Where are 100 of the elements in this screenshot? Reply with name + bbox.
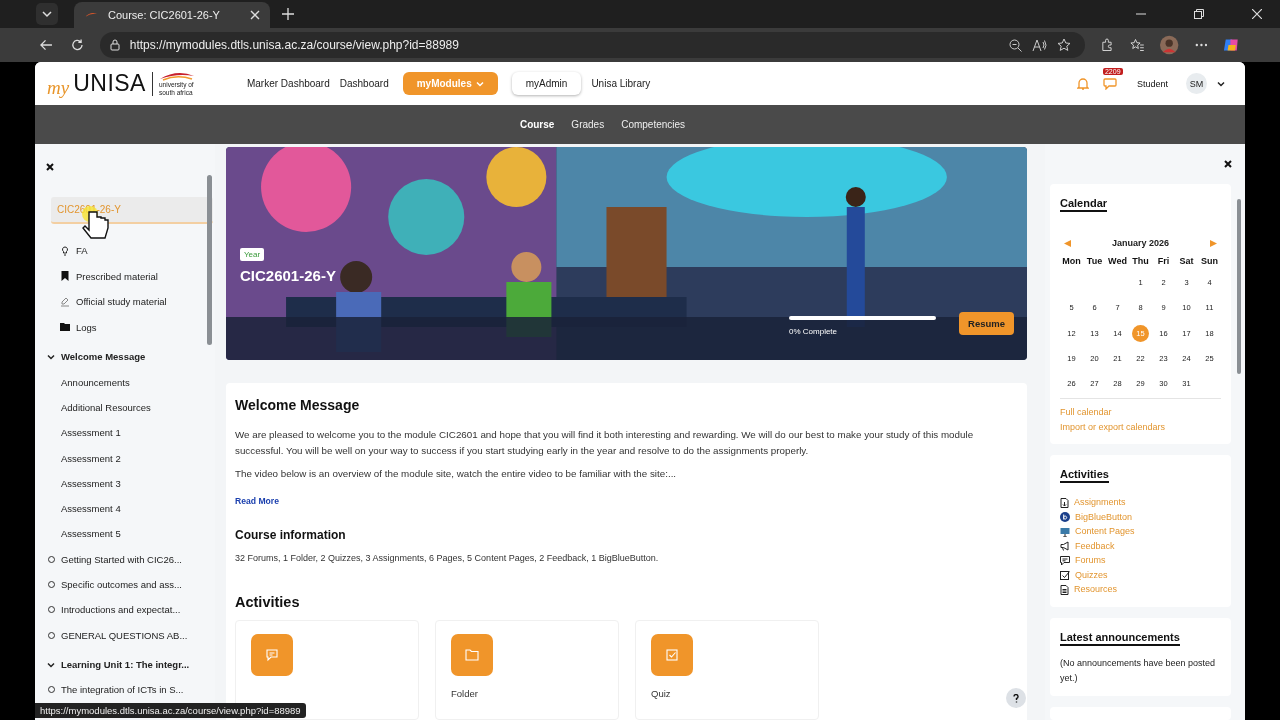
- section-heading: Welcome Message: [235, 397, 361, 413]
- star-icon[interactable]: [1056, 38, 1071, 52]
- folder-icon: [60, 323, 70, 332]
- user-role: Student: [1136, 78, 1168, 89]
- weekday-label: Fri: [1156, 255, 1171, 268]
- course-tab[interactable]: Competencies: [621, 119, 686, 130]
- course-index-link[interactable]: Official study material: [76, 296, 167, 308]
- status-url: https://mymodules.dtls.unisa.ac.za/course/view.php?id=88989: [35, 703, 306, 718]
- month-title: January 2026: [1111, 238, 1169, 248]
- activity-link[interactable]: Assessment 4: [61, 503, 121, 515]
- weekday-label: Tue: [1085, 255, 1104, 268]
- close-icon[interactable]: [46, 163, 54, 171]
- read-aloud-icon[interactable]: [1031, 38, 1047, 52]
- completion-circle-icon[interactable]: [48, 686, 55, 694]
- activity-type-label: Folder: [451, 688, 478, 699]
- chevron-down-icon[interactable]: [41, 8, 53, 20]
- tab-menu-button[interactable]: [36, 3, 58, 25]
- nav-link[interactable]: Unisa Library: [591, 78, 651, 89]
- weekday-label: Wed: [1107, 255, 1128, 268]
- close-icon[interactable]: [1224, 160, 1232, 168]
- zoom-out-icon[interactable]: [1008, 38, 1022, 52]
- favorites-icon[interactable]: [1129, 38, 1145, 52]
- caret-icon[interactable]: [1217, 80, 1225, 87]
- reload-icon[interactable]: [70, 38, 84, 52]
- course-info-text: 32 Forums, 1 Folder, 2 Quizzes, 3 Assignments, 6 Pages, 5 Content Pages, 2 Feedback, 1 BigBlueButton.: [235, 551, 660, 565]
- resume-button[interactable]: Resume: [959, 312, 1014, 335]
- activity-link[interactable]: Additional Resources: [61, 401, 151, 413]
- activity-link[interactable]: Introductions and expectat...: [61, 604, 181, 616]
- activity-link[interactable]: Assessment 5: [61, 528, 121, 540]
- weekday-label: Mon: [1061, 255, 1082, 268]
- completion-circle-icon[interactable]: [48, 555, 55, 563]
- course-info-heading: Course information: [235, 527, 347, 542]
- section-link[interactable]: Welcome Message: [61, 351, 146, 363]
- year-badge: Year: [240, 248, 265, 261]
- chevron-down-icon[interactable]: [47, 352, 55, 361]
- activity-icon: [251, 634, 293, 676]
- activity-link[interactable]: Assessment 1: [61, 427, 121, 439]
- checkbox-icon: [1060, 570, 1070, 581]
- activity-link[interactable]: Getting Started with CIC26...: [61, 553, 182, 565]
- completion-circle-icon[interactable]: [48, 631, 55, 639]
- question-mark-icon: [1013, 693, 1019, 703]
- section-link[interactable]: Learning Unit 1: The integr...: [61, 659, 190, 670]
- activity-icon: [451, 634, 493, 676]
- weekday-label: Sat: [1178, 255, 1195, 268]
- nav-button[interactable]: myAdmin: [511, 72, 582, 95]
- completion-circle-icon[interactable]: [48, 581, 55, 588]
- weekday-label: Thu: [1131, 255, 1150, 268]
- address-field[interactable]: https://mymodules.dtls.unisa.ac.za/course/view.php?id=88989: [99, 32, 1085, 58]
- nav-link[interactable]: Marker Dashboard: [246, 78, 330, 89]
- caret-icon: [475, 80, 484, 87]
- chevron-down-icon[interactable]: [47, 660, 55, 669]
- favicon-icon: [84, 11, 98, 19]
- activity-link[interactable]: Specific outcomes and ass...: [61, 579, 182, 590]
- extensions-icon[interactable]: [1100, 38, 1114, 52]
- activity-link[interactable]: Assessment 2: [61, 452, 121, 464]
- megaphone-icon: [1060, 541, 1070, 552]
- more-icon[interactable]: [1194, 43, 1208, 47]
- activity-card[interactable]: Folder: [435, 620, 619, 720]
- restore-icon[interactable]: [1194, 9, 1204, 19]
- activity-icon: [651, 634, 693, 676]
- lightbulb-icon: [60, 245, 70, 256]
- forum-icon: [1060, 555, 1070, 566]
- course-index-link[interactable]: Logs: [76, 321, 97, 333]
- read-more-link[interactable]: Read More: [235, 495, 279, 506]
- activities-heading: Activities: [235, 594, 301, 610]
- nav-link[interactable]: Dashboard: [339, 78, 389, 89]
- b-circle-icon: [1060, 512, 1070, 523]
- presentation-icon: [1060, 526, 1070, 537]
- block-title: Activities: [1060, 468, 1109, 484]
- browser-tab[interactable]: Course: CIC2601-26-Y: [74, 2, 270, 28]
- pen-icon: [60, 296, 70, 307]
- course-tab[interactable]: Grades: [571, 119, 605, 130]
- course-title: CIC2601-26-Y: [240, 267, 336, 284]
- course-index-link[interactable]: Prescribed material: [76, 270, 158, 282]
- lock-icon: [109, 39, 120, 51]
- activity-link[interactable]: GENERAL QUESTIONS AB...: [61, 629, 188, 641]
- back-icon[interactable]: [40, 39, 53, 51]
- new-tab-icon[interactable]: [282, 8, 294, 20]
- copilot-icon[interactable]: [1223, 36, 1240, 54]
- activity-card[interactable]: Quiz: [635, 620, 819, 720]
- weekday-label: Sun: [1200, 255, 1219, 268]
- scrollbar[interactable]: [207, 175, 212, 345]
- document-icon: [1060, 497, 1069, 508]
- progress-text: 0% Complete: [789, 327, 838, 336]
- block-title: Calendar: [1060, 197, 1108, 212]
- activity-link[interactable]: Announcements: [61, 376, 130, 388]
- block-title: Latest announcements: [1060, 631, 1180, 646]
- bookmark-icon: [60, 271, 70, 282]
- course-tab[interactable]: Course: [519, 119, 555, 130]
- course-index-link[interactable]: FA: [76, 245, 88, 257]
- activity-link[interactable]: The integration of ICTs in S...: [61, 684, 184, 696]
- completion-circle-icon[interactable]: [48, 606, 55, 614]
- scrollbar[interactable]: [1237, 199, 1241, 374]
- paragraph: We are pleased to welcome you to the module CIC2601 and hope that you will find it both interesting and rewarding. We will do our best to make your study of this module successful. You will be well on your way to success if you start studying early in the year and resolve to do the assignments properly.: [235, 428, 975, 458]
- activity-link[interactable]: Assessment 3: [61, 477, 121, 489]
- file-icon: [1060, 584, 1069, 595]
- announcements-text: (No announcements have been posted yet.): [1060, 657, 1217, 685]
- user-avatar[interactable]: SM: [1186, 73, 1207, 94]
- paragraph: The video below is an overview of the module site, watch the entire video to be familiar with the site:...: [235, 467, 678, 481]
- activity-type-label: Quiz: [651, 688, 671, 699]
